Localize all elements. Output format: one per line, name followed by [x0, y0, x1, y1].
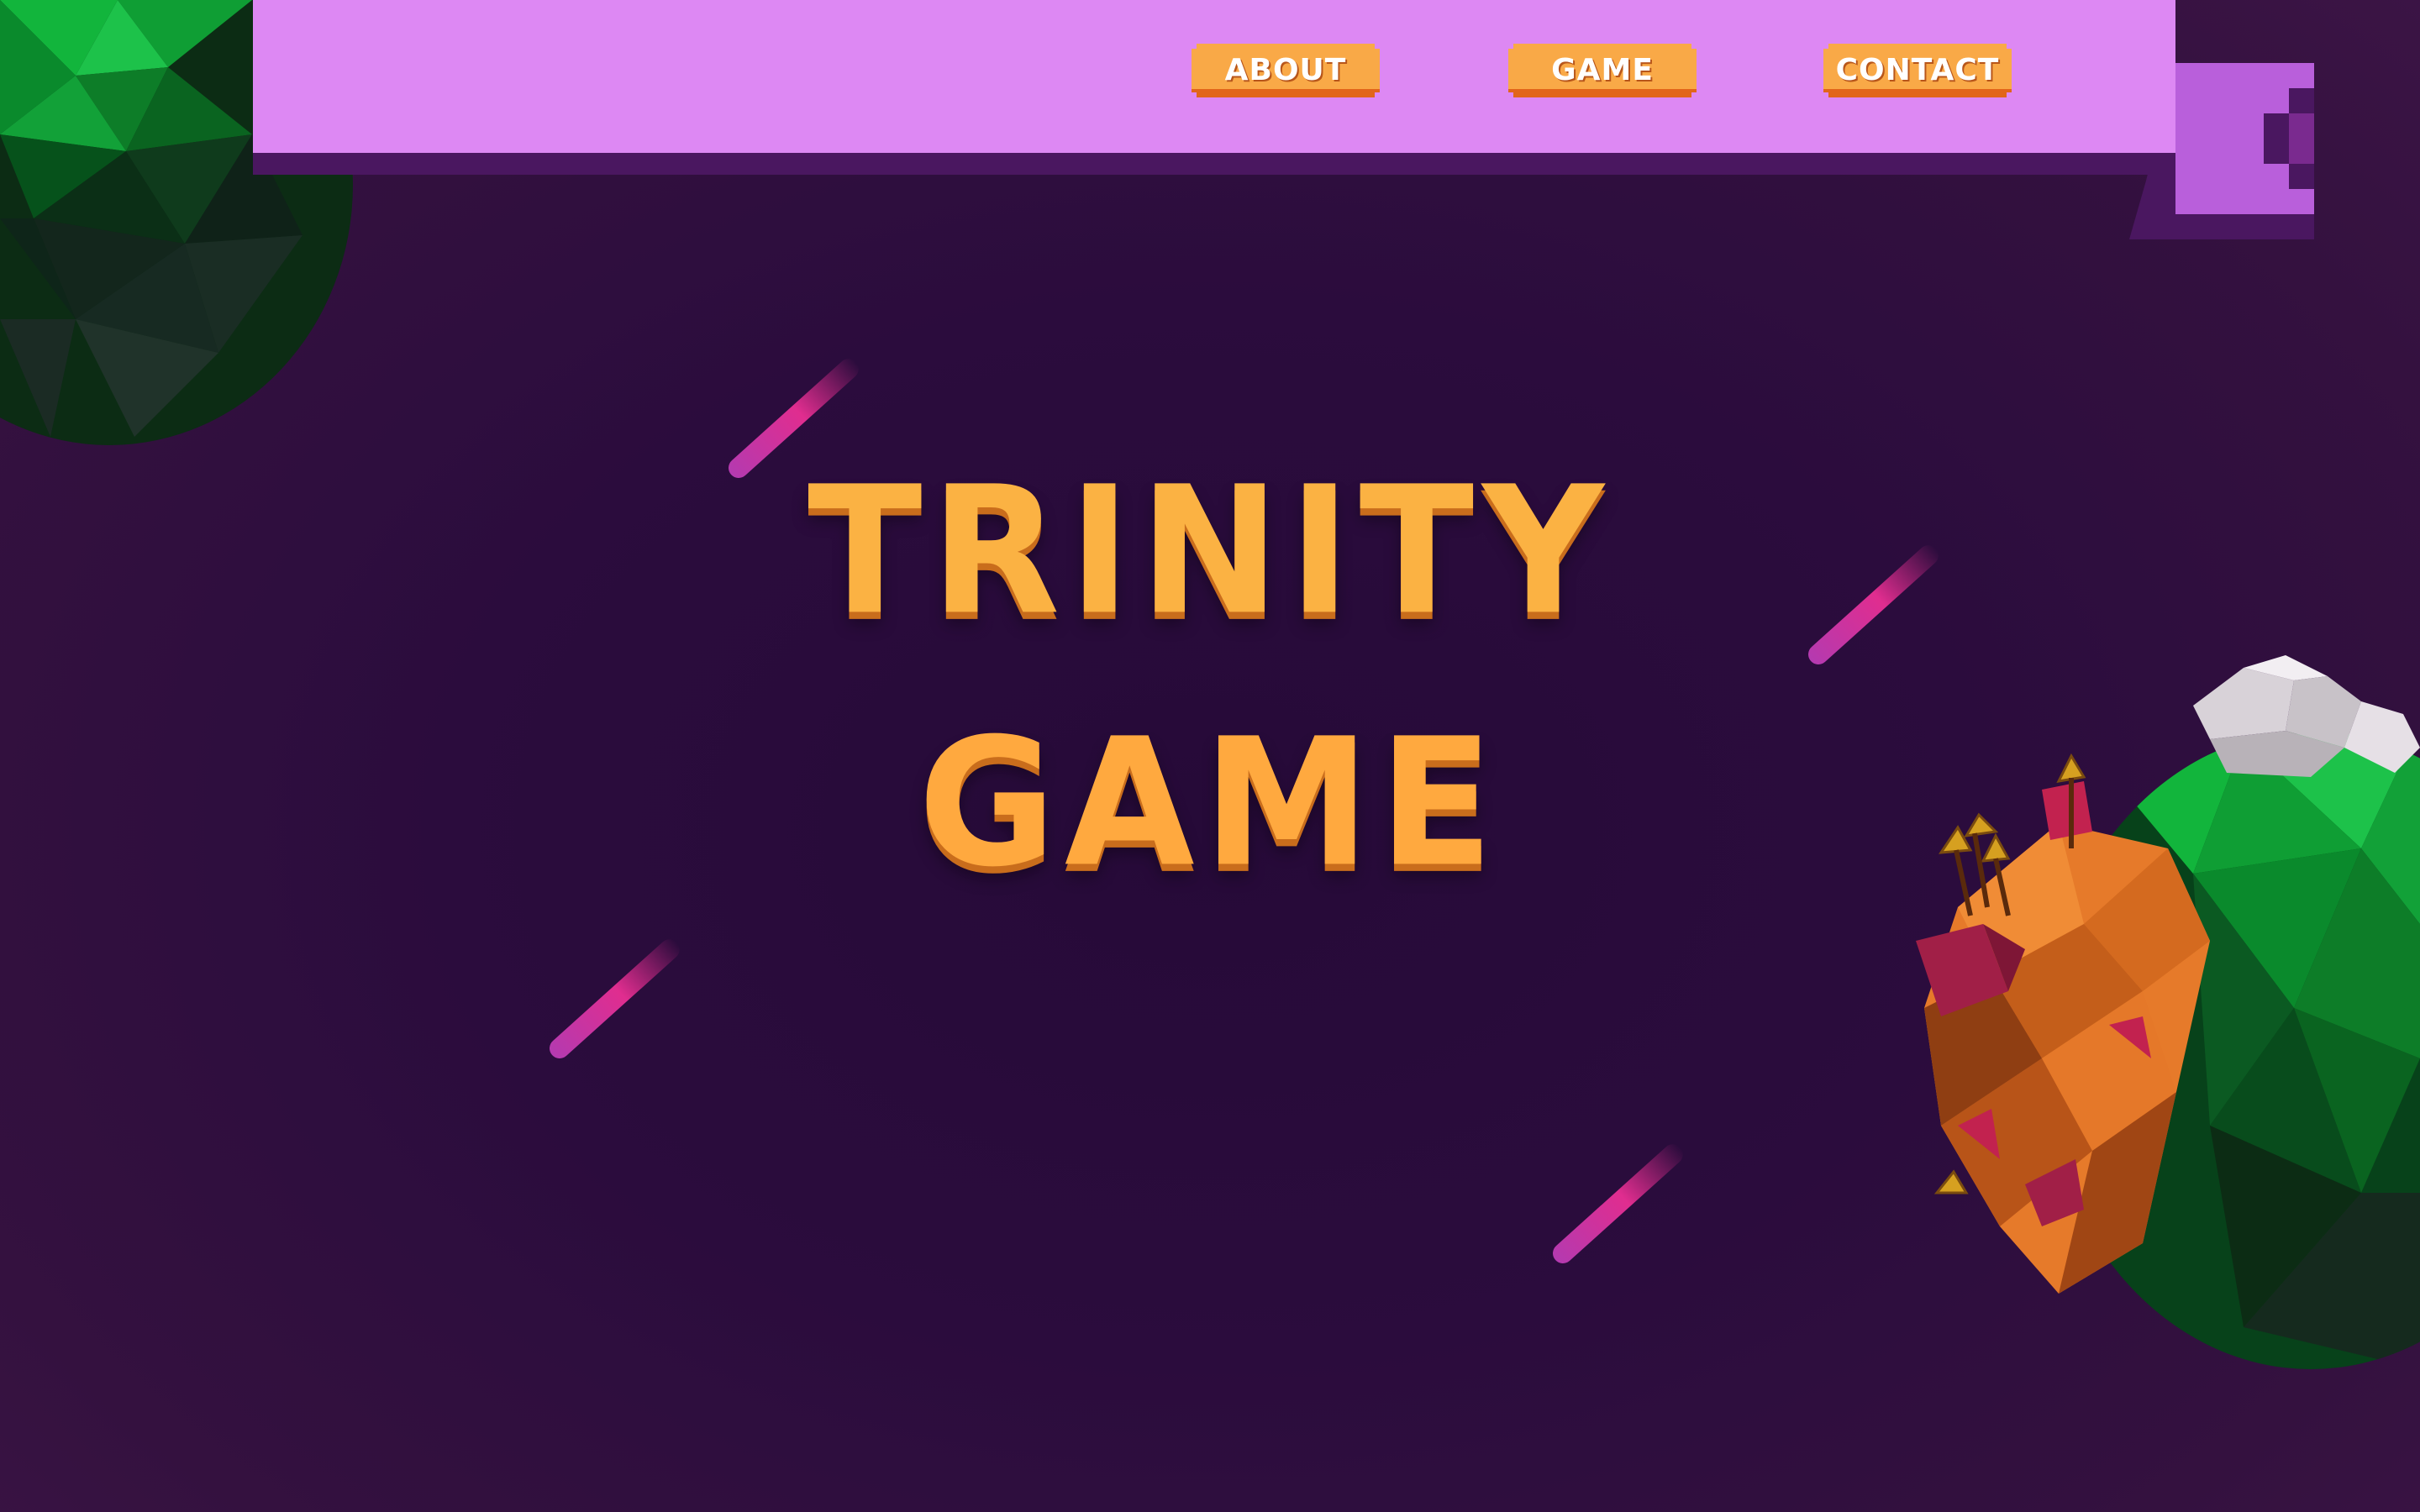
hero-title-line-1: TRINITY	[808, 449, 1612, 654]
nav-about-button[interactable]: ABOUT	[1192, 44, 1380, 97]
meteor-streak-icon	[1549, 1140, 1687, 1268]
nav-contact-button[interactable]: CONTACT	[1823, 44, 2012, 97]
nav-game-button[interactable]: GAME	[1508, 44, 1697, 97]
hero-title-line-2: GAME	[918, 701, 1502, 906]
meteor-streak-icon	[545, 935, 684, 1063]
